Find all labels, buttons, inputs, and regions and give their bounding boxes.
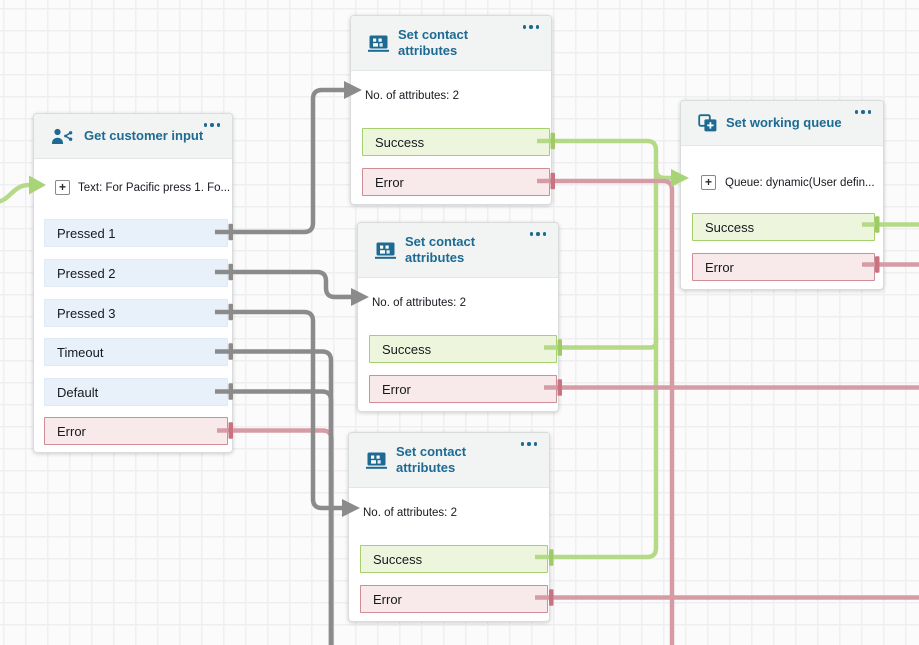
branch-label: Success [382, 342, 431, 357]
branch-label: Error [373, 592, 402, 607]
node-set-contact-attributes-2[interactable]: Set contact attributes No. of attributes… [357, 222, 559, 412]
branch-success: Success [369, 335, 557, 363]
contact-attributes-icon [368, 35, 389, 52]
node-summary-row: + Text: For Pacific press 1. Fo... [34, 180, 232, 195]
node-set-working-queue[interactable]: Set working queue + Queue: dynamic(User … [680, 100, 884, 290]
branch-error: Error [360, 585, 548, 613]
branch-label: Success [373, 552, 422, 567]
node-summary-text: No. of attributes: 2 [365, 90, 459, 102]
expand-button[interactable]: + [701, 175, 716, 190]
get-customer-input-icon [51, 128, 75, 145]
node-summary-row: No. of attributes: 2 [351, 90, 551, 102]
branch-label: Error [382, 382, 411, 397]
branch-success: Success [362, 128, 550, 156]
branch-success: Success [360, 545, 548, 573]
branch-error: Error [44, 417, 228, 445]
connector-pressed-3 [215, 312, 342, 508]
node-header: Set contact attributes [351, 16, 551, 71]
working-queue-icon [698, 114, 717, 133]
branch-label: Error [375, 175, 404, 190]
node-summary-text: No. of attributes: 2 [372, 297, 466, 309]
branch-default: Default [44, 378, 228, 406]
branch-label: Success [705, 220, 754, 235]
node-summary-text: Queue: dynamic(User defin... [725, 177, 875, 189]
connector-pressed-1 [215, 90, 344, 232]
node-summary-text: Text: For Pacific press 1. Fo... [78, 182, 230, 194]
node-header: Set contact attributes [349, 433, 549, 488]
node-header: Set working queue [681, 101, 883, 146]
node-header: Get customer input [34, 114, 232, 159]
more-options-icon[interactable] [855, 110, 872, 114]
node-title: Get customer input [84, 128, 203, 144]
contact-attributes-icon [366, 452, 387, 469]
branch-label: Pressed 1 [57, 226, 116, 241]
branch-error: Error [369, 375, 557, 403]
branch-pressed-1: Pressed 1 [44, 219, 228, 247]
connector-gci-error [217, 431, 332, 645]
connector-wq-input [656, 169, 671, 178]
node-title: Set contact attributes [396, 444, 491, 477]
connector-entry [0, 185, 29, 202]
connector-pressed-2 [215, 272, 351, 297]
node-title: Set working queue [726, 115, 842, 131]
expand-button[interactable]: + [55, 180, 70, 195]
branch-success: Success [692, 213, 875, 241]
connector-sca2-success [544, 334, 656, 348]
branch-timeout: Timeout [44, 338, 228, 366]
node-set-contact-attributes-1[interactable]: Set contact attributes No. of attributes… [350, 15, 552, 205]
branch-label: Timeout [57, 345, 103, 360]
node-summary-row: + Queue: dynamic(User defin... [681, 175, 883, 190]
more-options-icon[interactable] [521, 442, 538, 446]
contact-attributes-icon [375, 242, 396, 259]
branch-label: Error [57, 424, 86, 439]
flow-canvas[interactable]: Get customer input + Text: For Pacific p… [0, 0, 919, 645]
branch-label: Error [705, 260, 734, 275]
more-options-icon[interactable] [204, 123, 221, 127]
branch-label: Success [375, 135, 424, 150]
node-summary-text: No. of attributes: 2 [363, 507, 457, 519]
node-title: Set contact attributes [405, 234, 500, 267]
node-set-contact-attributes-3[interactable]: Set contact attributes No. of attributes… [348, 432, 550, 622]
branch-pressed-2: Pressed 2 [44, 259, 228, 287]
branch-error: Error [692, 253, 875, 281]
branch-pressed-3: Pressed 3 [44, 299, 228, 327]
branch-error: Error [362, 168, 550, 196]
node-header: Set contact attributes [358, 223, 558, 278]
branch-label: Pressed 3 [57, 306, 116, 321]
more-options-icon[interactable] [530, 232, 547, 236]
node-get-customer-input[interactable]: Get customer input + Text: For Pacific p… [33, 113, 233, 453]
more-options-icon[interactable] [523, 25, 540, 29]
node-summary-row: No. of attributes: 2 [358, 297, 558, 309]
node-summary-row: No. of attributes: 2 [349, 507, 549, 519]
node-title: Set contact attributes [398, 27, 493, 60]
branch-label: Pressed 2 [57, 266, 116, 281]
branch-label: Default [57, 385, 98, 400]
